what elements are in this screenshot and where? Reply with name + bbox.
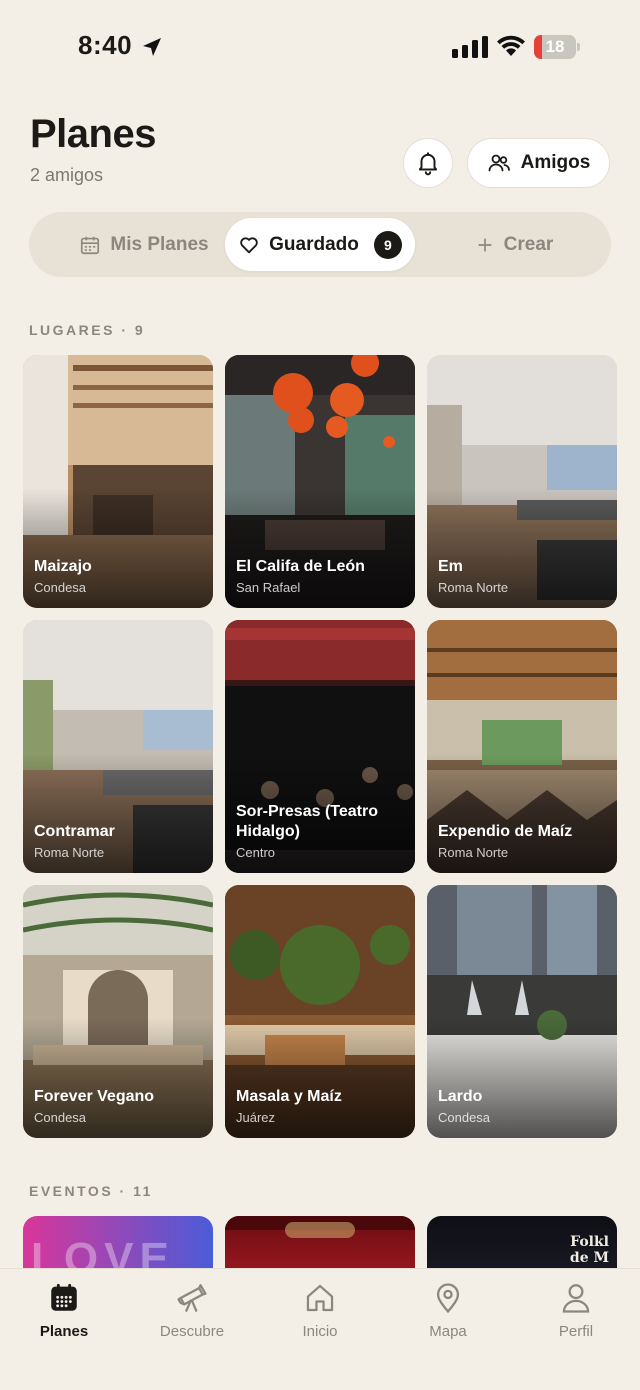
nav-item-inicio[interactable]: Inicio xyxy=(265,1281,375,1340)
nav-item-mapa[interactable]: Mapa xyxy=(393,1281,503,1340)
place-card[interactable]: Em Roma Norte xyxy=(427,355,617,608)
place-area: San Rafael xyxy=(236,580,301,595)
status-time: 8:40 xyxy=(78,30,133,60)
status-bar: 8:40 18 xyxy=(0,0,640,96)
place-area: Condesa xyxy=(34,580,87,595)
friends-button-label: Amigos xyxy=(520,152,591,173)
place-area: Roma Norte xyxy=(438,845,509,860)
saved-count-badge: 9 xyxy=(373,230,402,259)
person-icon xyxy=(562,1284,590,1313)
plus-icon xyxy=(478,237,492,252)
event-card[interactable]: LOVE xyxy=(23,1216,213,1276)
tab-mis-planes-label: Mis Planes xyxy=(110,233,209,255)
place-name: Contramar xyxy=(34,823,115,840)
place-card[interactable]: Contramar Roma Norte xyxy=(23,620,213,873)
location-arrow-icon xyxy=(143,38,161,56)
home-icon xyxy=(306,1284,334,1312)
nav-item-descubre[interactable]: Descubre xyxy=(137,1281,247,1340)
place-area: Roma Norte xyxy=(34,845,105,860)
map-pin-icon xyxy=(436,1283,460,1314)
tab-guardado[interactable]: Guardado 9 xyxy=(225,218,415,271)
nav-label: Perfil xyxy=(558,1323,594,1340)
place-card[interactable]: Masala y Maíz Juárez xyxy=(225,885,415,1138)
place-name: Sor-Presas (Teatro Hidalgo) xyxy=(236,803,378,840)
place-name: El Califa de León xyxy=(236,558,365,575)
battery-icon: 18 xyxy=(534,35,580,59)
tab-guardado-label: Guardado xyxy=(269,233,359,255)
bell-icon xyxy=(418,152,438,176)
places-section-header: LUGARES · 9 xyxy=(29,322,146,338)
place-area: Condesa xyxy=(34,1110,87,1125)
event-card-text: Folkl de M xyxy=(569,1234,609,1266)
nav-label: Planes xyxy=(39,1323,89,1340)
place-name: Expendio de Maíz xyxy=(438,823,573,840)
events-section-header: EVENTOS · 11 xyxy=(29,1183,153,1199)
place-name: Lardo xyxy=(438,1088,483,1105)
nav-item-planes[interactable]: Planes xyxy=(9,1281,119,1340)
calendar-icon xyxy=(81,236,100,254)
place-name: Maizajo xyxy=(34,558,92,575)
people-icon xyxy=(488,154,510,172)
nav-label: Inicio xyxy=(302,1323,338,1340)
nav-label: Mapa xyxy=(429,1323,467,1340)
tab-mis-planes[interactable]: Mis Planes xyxy=(59,218,229,271)
place-card[interactable]: Lardo Condesa xyxy=(427,885,617,1138)
place-card[interactable]: Forever Vegano Condesa xyxy=(23,885,213,1138)
telescope-icon xyxy=(177,1284,207,1312)
wifi-icon xyxy=(497,35,525,56)
tab-crear-label: Crear xyxy=(503,233,554,255)
place-card[interactable]: Expendio de Maíz Roma Norte xyxy=(427,620,617,873)
calendar-icon xyxy=(51,1283,77,1311)
friends-count: 2 amigos xyxy=(30,165,104,185)
event-card[interactable]: Folkl de M xyxy=(427,1216,617,1276)
notifications-button[interactable] xyxy=(403,138,453,188)
place-name: Forever Vegano xyxy=(34,1088,155,1105)
event-card[interactable] xyxy=(225,1216,415,1276)
place-card[interactable]: El Califa de León San Rafael xyxy=(225,355,415,608)
plans-tab-bar: Mis Planes Guardado 9 Crear xyxy=(29,212,611,277)
tab-crear[interactable]: Crear xyxy=(449,218,579,271)
nav-label: Descubre xyxy=(159,1323,225,1340)
place-card[interactable]: Maizajo Condesa xyxy=(23,355,213,608)
page-title: Planes xyxy=(30,112,156,156)
bottom-nav: Planes Descubre Inicio Mapa Perfil xyxy=(0,1268,640,1390)
nav-item-perfil[interactable]: Perfil xyxy=(521,1281,631,1340)
place-area: Condesa xyxy=(438,1110,491,1125)
heart-icon xyxy=(240,236,258,253)
place-name: Masala y Maíz xyxy=(236,1088,342,1105)
place-area: Centro xyxy=(236,845,276,860)
place-area: Roma Norte xyxy=(438,580,509,595)
cellular-signal-icon xyxy=(452,36,488,58)
friends-button[interactable]: Amigos xyxy=(467,138,610,188)
place-area: Juárez xyxy=(236,1110,276,1125)
place-name: Em xyxy=(438,558,463,575)
battery-level: 18 xyxy=(545,37,565,56)
place-card[interactable]: Sor-Presas (Teatro Hidalgo) Centro xyxy=(225,620,415,873)
